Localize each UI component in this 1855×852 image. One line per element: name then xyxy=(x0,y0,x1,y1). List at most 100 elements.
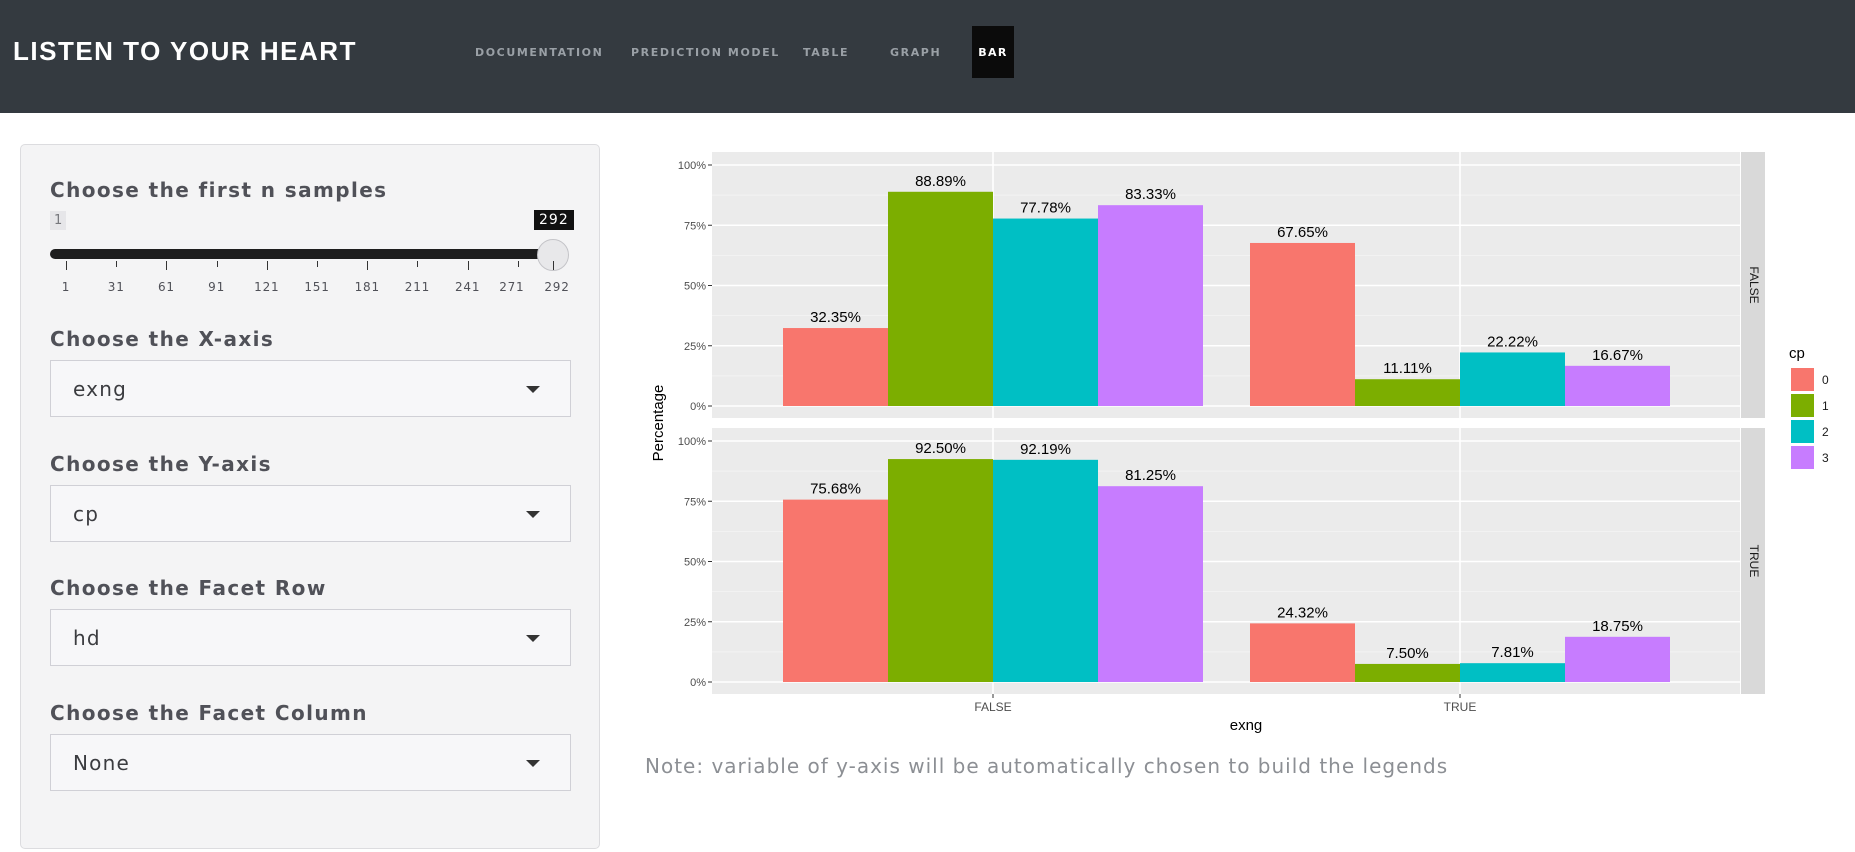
bar xyxy=(1098,486,1203,682)
bar xyxy=(1565,636,1670,682)
bar xyxy=(1355,663,1460,682)
slider-tick-label: 61 xyxy=(157,280,175,294)
x-axis-caret-icon xyxy=(526,386,540,393)
y-axis-caret-icon xyxy=(526,511,540,518)
bar-data-label: 77.78% xyxy=(1020,200,1071,217)
slider-tick-label: 211 xyxy=(404,280,431,294)
slider-tick xyxy=(166,261,168,270)
bar-data-label: 7.50% xyxy=(1386,645,1429,662)
slider-tick xyxy=(266,261,268,270)
facet-col-select[interactable]: None xyxy=(50,734,571,791)
x-axis-title: exng xyxy=(1230,717,1263,734)
legend-swatch xyxy=(1791,420,1814,443)
facet-row-caret-icon xyxy=(526,635,540,642)
legend-swatch xyxy=(1791,368,1814,391)
slider-tick-label: 151 xyxy=(304,280,330,294)
nav-documentation[interactable]: DOCUMENTATION xyxy=(475,46,603,59)
slider-tick-label: 31 xyxy=(107,280,125,294)
x-tick-label: FALSE xyxy=(974,700,1011,714)
bar-data-label: 32.35% xyxy=(810,309,861,326)
y-axis-value: cp xyxy=(73,502,100,526)
y-tick-label: 50% xyxy=(684,557,706,569)
slider-tick-label: 241 xyxy=(454,280,481,294)
legend-note: Note: variable of y-axis will be automat… xyxy=(645,754,1449,778)
x-axis-label: Choose the X-axis xyxy=(50,327,275,351)
legend-title: cp xyxy=(1789,345,1805,362)
slider-tick-label: 181 xyxy=(354,280,380,294)
slider-tick-label: 121 xyxy=(254,280,280,294)
x-axis-value: exng xyxy=(73,377,127,401)
slider-tick-label: 271 xyxy=(499,280,525,294)
legend-label: 3 xyxy=(1822,451,1829,465)
slider-tick xyxy=(317,261,319,267)
slider-tick-label: 1 xyxy=(61,280,71,294)
y-tick-label: 100% xyxy=(678,160,706,172)
sidebar-panel: Choose the first n samples 1 292 1 31 61 91… xyxy=(20,144,600,849)
facet-strip-label: TRUE xyxy=(1747,545,1761,578)
bar-data-label: 81.25% xyxy=(1125,467,1176,484)
bar-data-label: 75.68% xyxy=(810,481,861,498)
samples-slider-label: Choose the first n samples xyxy=(50,178,388,202)
y-axis-select[interactable]: cp xyxy=(50,485,571,542)
samples-slider-track[interactable] xyxy=(50,249,558,259)
bar xyxy=(888,459,993,682)
y-tick-label: 100% xyxy=(678,436,706,448)
slider-min-badge: 1 xyxy=(50,211,67,230)
bar-data-label: 92.50% xyxy=(915,440,966,457)
bar xyxy=(888,191,993,406)
y-tick-label: 75% xyxy=(684,220,706,232)
bar xyxy=(1565,365,1670,406)
bar-data-label: 88.89% xyxy=(915,173,966,190)
bar-data-label: 92.19% xyxy=(1020,441,1071,458)
bar-data-label: 18.75% xyxy=(1592,618,1643,635)
facet-row-label: Choose the Facet Row xyxy=(50,576,327,600)
y-axis-title: Percentage xyxy=(650,385,667,462)
bar xyxy=(1460,663,1565,682)
x-axis-select[interactable]: exng xyxy=(50,360,571,417)
facet-strip-label: FALSE xyxy=(1747,266,1761,303)
slider-tick-label: 292 xyxy=(544,280,570,294)
y-axis-label: Choose the Y-axis xyxy=(50,452,272,476)
navbar: LISTEN TO YOUR HEART DOCUMENTATION PREDI… xyxy=(0,0,1855,113)
legend-label: 0 xyxy=(1822,373,1829,387)
slider-tick xyxy=(367,261,369,270)
x-tick-label: TRUE xyxy=(1444,700,1477,714)
facet-col-value: None xyxy=(73,751,130,775)
facet-row-value: hd xyxy=(73,626,101,650)
bar xyxy=(1250,623,1355,682)
legend-label: 1 xyxy=(1822,399,1829,413)
facet-col-label: Choose the Facet Column xyxy=(50,701,368,725)
nav-bar[interactable]: BAR xyxy=(972,26,1014,78)
bar-data-label: 22.22% xyxy=(1487,333,1538,350)
legend-swatch xyxy=(1791,394,1814,417)
y-tick-label: 25% xyxy=(684,617,706,629)
bar xyxy=(783,328,888,406)
slider-tick xyxy=(216,261,218,267)
bar xyxy=(1355,379,1460,406)
bar xyxy=(1250,242,1355,406)
slider-tick xyxy=(517,261,519,267)
bar xyxy=(1460,352,1565,406)
bar-chart: 0%25%50%75%100%32.35%67.65%88.89%11.11%7… xyxy=(650,152,1829,734)
y-tick-label: 0% xyxy=(690,677,706,689)
bar-data-label: 83.33% xyxy=(1125,186,1176,203)
y-tick-label: 0% xyxy=(690,401,706,413)
y-tick-label: 25% xyxy=(684,341,706,353)
slider-tick xyxy=(467,261,469,270)
bar-data-label: 7.81% xyxy=(1491,644,1534,661)
legend-label: 2 xyxy=(1822,425,1829,439)
nav-prediction-model[interactable]: PREDICTION MODEL xyxy=(631,46,780,59)
facet-col-caret-icon xyxy=(526,760,540,767)
slider-tick xyxy=(66,261,67,270)
slider-value-badge: 292 xyxy=(534,210,574,230)
facet-row-select[interactable]: hd xyxy=(50,609,571,666)
slider-tick xyxy=(116,261,118,267)
slider-tick-label: 91 xyxy=(208,280,226,294)
bar xyxy=(993,218,1098,406)
y-tick-label: 50% xyxy=(684,281,706,293)
bar-data-label: 11.11% xyxy=(1383,360,1432,377)
nav-table[interactable]: TABLE xyxy=(803,46,849,59)
nav-graph[interactable]: GRAPH xyxy=(890,46,941,59)
bar-data-label: 16.67% xyxy=(1592,347,1643,364)
bar xyxy=(993,459,1098,682)
